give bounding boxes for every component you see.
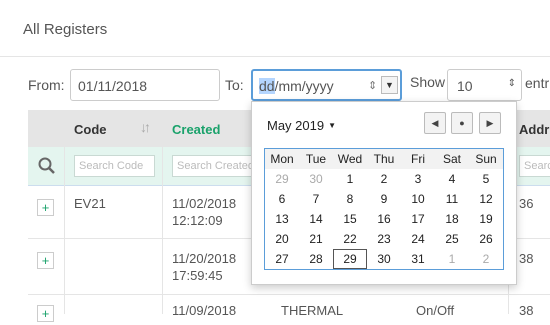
calendar-day[interactable]: 21 <box>299 229 333 249</box>
calendar-day[interactable]: 27 <box>265 249 299 269</box>
weekday-label: Wed <box>337 152 363 166</box>
panel-header: All Registers <box>0 0 550 57</box>
calendar-day[interactable]: 28 <box>299 249 333 269</box>
calendar-day[interactable]: 30 <box>367 249 401 269</box>
calendar-week: 6 7 8 9 10 11 12 <box>265 189 503 209</box>
calendar-week: 27 28 29 30 31 1 2 <box>265 249 503 269</box>
page-length-select[interactable]: 10 ⇕ <box>447 69 522 101</box>
calendar-day[interactable]: 4 <box>435 169 469 189</box>
to-label: To: <box>225 77 244 93</box>
next-month-button[interactable]: ▶ <box>479 112 501 134</box>
column-created[interactable]: Created <box>172 122 220 137</box>
spin-arrows-icon[interactable]: ⇕ <box>368 79 377 92</box>
to-date-input[interactable]: dd/mm/yyyy ⇕ ▼ <box>251 69 402 101</box>
calendar-day[interactable]: 31 <box>401 249 435 269</box>
cell-type: THERMAL <box>281 303 344 318</box>
column-code[interactable]: Code <box>74 122 107 137</box>
calendar-day[interactable]: 20 <box>265 229 299 249</box>
calendar-day[interactable]: 7 <box>299 189 333 209</box>
calendar-grid: Mon Tue Wed Thu Fri Sat Sun 29 30 1 2 3 … <box>264 148 504 270</box>
calendar-day[interactable]: 1 <box>435 249 469 269</box>
weekday-label: Fri <box>411 152 425 166</box>
today-button[interactable]: ● <box>451 112 473 134</box>
weekday-label: Sun <box>475 152 497 166</box>
calendar-day[interactable]: 13 <box>265 209 299 229</box>
cell-created-date: 11/02/2018 <box>172 196 237 211</box>
calendar-week: 13 14 15 16 17 18 19 <box>265 209 503 229</box>
calendar-day[interactable]: 6 <box>265 189 299 209</box>
date-format-placeholder: /mm/yyyy <box>274 78 334 94</box>
sort-icon[interactable]: ↓↑ <box>140 119 151 135</box>
calendar-day[interactable]: 2 <box>367 169 401 189</box>
calendar-day[interactable]: 14 <box>299 209 333 229</box>
weekday-label: Mon <box>270 152 294 166</box>
calendar-day[interactable]: 29 <box>265 169 299 189</box>
calendar-day[interactable]: 15 <box>333 209 367 229</box>
weekday-label: Thu <box>373 152 395 166</box>
from-label: From: <box>28 77 65 93</box>
calendar-day[interactable]: 19 <box>469 209 503 229</box>
calendar-day[interactable]: 10 <box>401 189 435 209</box>
calendar-day[interactable]: 1 <box>333 169 367 189</box>
calendar-day[interactable]: 12 <box>469 189 503 209</box>
column-divider <box>64 110 65 314</box>
day-segment[interactable]: dd <box>259 78 275 94</box>
calendar-day[interactable]: 9 <box>367 189 401 209</box>
month-label: May 2019 <box>267 118 325 133</box>
calendar-day[interactable]: 26 <box>469 229 503 249</box>
month-year-selector[interactable]: May 2019 ▼ <box>267 118 336 133</box>
calendar-day[interactable]: 16 <box>367 209 401 229</box>
calendar-day[interactable]: 22 <box>333 229 367 249</box>
calendar-day[interactable]: 17 <box>401 209 435 229</box>
cell-code: EV21 <box>74 196 106 211</box>
cell-created-time: 17:59:45 <box>172 268 223 283</box>
search-created-input[interactable]: Search Created <box>172 155 262 177</box>
calendar-day[interactable]: 11 <box>435 189 469 209</box>
calendar-week: 29 30 1 2 3 4 5 <box>265 169 503 189</box>
datepicker-popup: May 2019 ▼ ◀ ● ▶ Mon Tue Wed Thu Fri Sat … <box>251 101 517 285</box>
cell-mode: On/Off <box>416 303 455 318</box>
cell-created-time: 12:12:09 <box>172 213 223 228</box>
expand-row-icon[interactable]: + <box>37 252 54 269</box>
page-length-value: 10 <box>457 78 473 94</box>
calendar-day[interactable]: 23 <box>367 229 401 249</box>
weekday-label: Tue <box>305 152 327 166</box>
calendar-day[interactable]: 18 <box>435 209 469 229</box>
cell-address: 36 <box>519 196 534 211</box>
column-divider <box>162 110 163 314</box>
search-address-input[interactable]: Searc <box>519 155 550 177</box>
calendar-day[interactable]: 24 <box>401 229 435 249</box>
calendar-week: 20 21 22 23 24 25 26 <box>265 229 503 249</box>
calendar-day[interactable]: 5 <box>469 169 503 189</box>
table-row[interactable]: + 11/09/2018 THERMAL On/Off 38 <box>28 295 550 325</box>
calendar-day-today[interactable]: 29 <box>333 249 367 269</box>
caret-down-icon: ▼ <box>328 121 337 130</box>
calendar-day[interactable]: 30 <box>299 169 333 189</box>
calendar-day[interactable]: 8 <box>333 189 367 209</box>
from-date-input[interactable]: 01/11/2018 <box>70 69 220 101</box>
cell-created-date: 11/20/2018 <box>172 251 237 266</box>
calendar-day[interactable]: 25 <box>435 229 469 249</box>
prev-month-button[interactable]: ◀ <box>424 112 446 134</box>
page-title: All Registers <box>23 21 108 38</box>
search-icon <box>38 157 55 174</box>
weekday-label: Sat <box>442 152 461 166</box>
cell-created-date: 11/09/2018 <box>172 303 237 318</box>
expand-row-icon[interactable]: + <box>37 199 54 216</box>
cell-address: 38 <box>519 251 534 266</box>
weekday-header: Mon Tue Wed Thu Fri Sat Sun <box>265 149 503 169</box>
search-code-input[interactable]: Search Code <box>74 155 155 177</box>
column-address[interactable]: Addr <box>519 122 549 137</box>
calendar-day[interactable]: 3 <box>401 169 435 189</box>
show-label: Show <box>410 74 446 90</box>
calendar-dropdown-icon[interactable]: ▼ <box>381 76 398 94</box>
calendar-day[interactable]: 2 <box>469 249 503 269</box>
entries-label: entr <box>525 75 550 91</box>
cell-address: 38 <box>519 303 534 318</box>
select-arrows-icon: ⇕ <box>507 78 516 89</box>
